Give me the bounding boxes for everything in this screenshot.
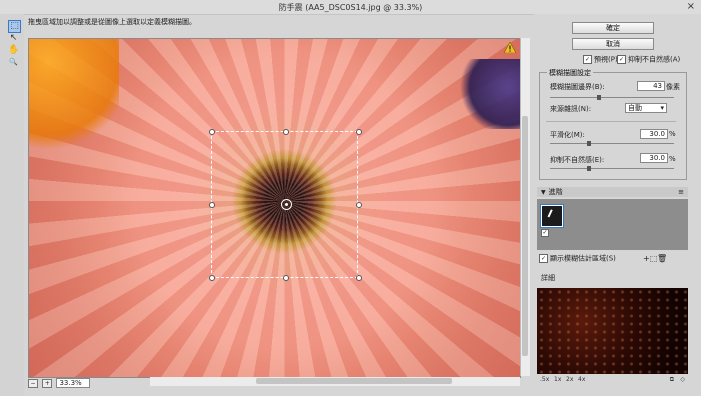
enhance-icon[interactable]: ◇ [680,375,685,384]
show-regions-label: 顯示模糊估計區域(S) [550,254,616,263]
warning-icon [504,42,516,53]
hand-tool-icon[interactable]: ✋ [8,45,19,56]
add-blur-trace-icon[interactable]: +⬚ [643,254,657,263]
artifact-suppression-unit: % [669,155,676,163]
region-handle-w[interactable] [209,202,215,208]
close-icon[interactable]: × [687,1,695,12]
loupe-texture [537,288,688,374]
show-regions-checkbox[interactable]: ✓ 顯示模糊估計區域(S) [539,254,616,264]
zoom-in-button[interactable]: + [42,378,53,388]
window-title: 防手震 (AA5_DSC0S14.jpg @ 33.3%) [278,3,423,12]
bounds-slider[interactable] [550,95,674,100]
smoothing-label: 平滑化(M): [550,131,585,139]
region-handle-nw[interactable] [209,129,215,135]
horizontal-scrollbar[interactable] [150,377,520,386]
artifact-suppression-input[interactable]: 30.0 [640,153,668,163]
divider [546,121,676,122]
title-bar: 防手震 (AA5_DSC0S14.jpg @ 33.3%) × [0,0,701,15]
smoothing-input[interactable]: 30.0 [640,129,668,139]
bounds-label: 模糊描圖邊界(B): [550,83,605,91]
detail-zoom-1x[interactable]: 1x [554,375,561,384]
instruction-hint: 拖曳區域加以調整或是從圖像上選取以定義模糊描圖。 [28,18,196,26]
region-center-pin-icon[interactable] [281,199,292,210]
region-handle-sw[interactable] [209,275,215,281]
detail-section-header: 詳細 [537,273,688,283]
preview-checkbox[interactable]: ✓ 預視(P) [583,55,618,65]
tool-rail: ⬚ ↖ ✋ 🔍 [0,14,24,396]
chevron-down-icon: ▾ [660,104,664,112]
smoothing-unit: % [669,130,676,138]
zoom-bar: − + 33.3% [28,378,91,388]
trash-icon[interactable]: 🗑 [657,254,667,263]
expand-arrow-icon: ▼ [541,189,546,196]
image-canvas[interactable] [28,38,521,378]
zoom-tool-icon[interactable]: 🔍 [8,57,19,68]
preview-check-icon[interactable]: ✓ [583,55,592,64]
blur-trace-thumbnail[interactable] [541,205,563,227]
noise-select[interactable]: 自動 ▾ [625,103,667,113]
noise-label: 來源雜訊(N): [550,105,592,113]
artifact-check-icon[interactable]: ✓ [617,55,626,64]
detail-loupe-preview[interactable] [537,288,688,374]
blur-trace-settings-title: 模糊描圖設定 [547,68,593,78]
detail-section-title: 詳細 [541,274,555,282]
artifact-checkbox[interactable]: ✓ 抑制不自然感(A) [617,55,680,65]
smoothing-slider-knob[interactable] [587,141,591,146]
detail-zoom-bar: .5x 1x 2x 4x ⧉ ◇ [537,375,688,384]
detail-zoom-4x[interactable]: 4x [578,375,585,384]
artifact-suppression-slider[interactable] [550,166,674,171]
preview-label: 預視(P) [594,55,618,64]
artifact-suppression-label: 抑制不自然感(E): [550,156,605,164]
bounds-slider-knob[interactable] [597,95,601,100]
zoom-out-button[interactable]: − [28,378,38,388]
region-handle-s[interactable] [283,275,289,281]
image-background-purple [460,59,520,129]
region-handle-n[interactable] [283,129,289,135]
region-handle-se[interactable] [356,275,362,281]
vertical-scrollbar[interactable] [520,38,530,376]
zoom-level-field[interactable]: 33.3% [56,378,91,388]
blur-trace-enable-checkbox[interactable]: ✓ [541,229,549,237]
detail-zoom-2x[interactable]: 2x [566,375,573,384]
region-handle-ne[interactable] [356,129,362,135]
bounds-unit: 像素 [666,83,680,91]
blur-trace-tool-icon[interactable]: ⬚ [8,20,21,33]
artifact-suppression-slider-knob[interactable] [587,166,591,171]
undock-loupe-icon[interactable]: ⧉ [670,375,674,384]
advanced-section-header[interactable]: ▼ 進階 ≡ [537,187,688,197]
cancel-button[interactable]: 取消 [572,38,654,50]
ok-button[interactable]: 確定 [572,22,654,34]
noise-select-value: 自動 [628,104,642,112]
vertical-scroll-thumb[interactable] [522,116,528,356]
bounds-input[interactable]: 43 [637,81,665,91]
blur-trace-shape-icon [547,209,556,219]
artifact-label: 抑制不自然感(A) [628,55,681,64]
smoothing-slider[interactable] [550,141,674,146]
region-handle-e[interactable] [356,202,362,208]
image-background-orange [29,39,119,159]
detail-zoom-05x[interactable]: .5x [540,375,549,384]
advanced-section-title: 進階 [548,188,563,196]
blur-estimation-tool-icon[interactable]: ↖ [8,33,19,44]
blur-trace-list: ✓ [537,199,688,250]
panel-menu-icon[interactable]: ≡ [678,187,684,197]
horizontal-scroll-thumb[interactable] [256,378,452,384]
show-regions-check-icon[interactable]: ✓ [539,254,548,263]
